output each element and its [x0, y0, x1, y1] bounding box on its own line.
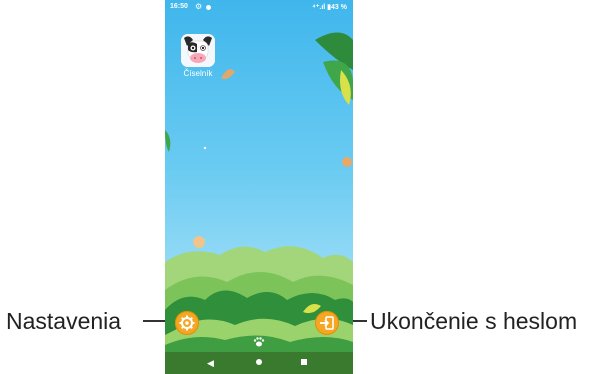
notification-dot-icon: [206, 5, 211, 10]
navigation-bar: ◀: [165, 352, 353, 374]
status-bar: 16:50 ⚙ ⁴⁺.ıl ▮43 %: [165, 0, 353, 14]
phone-screen: 16:50 ⚙ ⁴⁺.ıl ▮43 % Číselník ◀: [165, 0, 353, 374]
leader-line-left: [143, 320, 167, 322]
cow-face-icon: [181, 34, 215, 67]
paw-icon: [253, 337, 265, 347]
recents-button[interactable]: [301, 359, 307, 365]
settings-status-icon: ⚙: [195, 2, 203, 11]
back-button[interactable]: ◀: [207, 357, 214, 369]
exit-button[interactable]: [315, 311, 339, 335]
settings-button[interactable]: [175, 311, 199, 335]
status-signal-battery: ⁴⁺.ıl ▮43 %: [312, 4, 347, 11]
callout-exit-label: Ukončenie s heslom: [370, 308, 578, 334]
callout-settings-label: Nastavenia: [6, 308, 122, 334]
app-icon-ciselnik[interactable]: [181, 34, 215, 67]
exit-door-icon: [320, 316, 334, 330]
home-button[interactable]: [256, 359, 262, 365]
gear-icon: [179, 315, 195, 331]
app-label: Číselník: [183, 69, 213, 78]
status-time: 16:50: [170, 3, 188, 10]
